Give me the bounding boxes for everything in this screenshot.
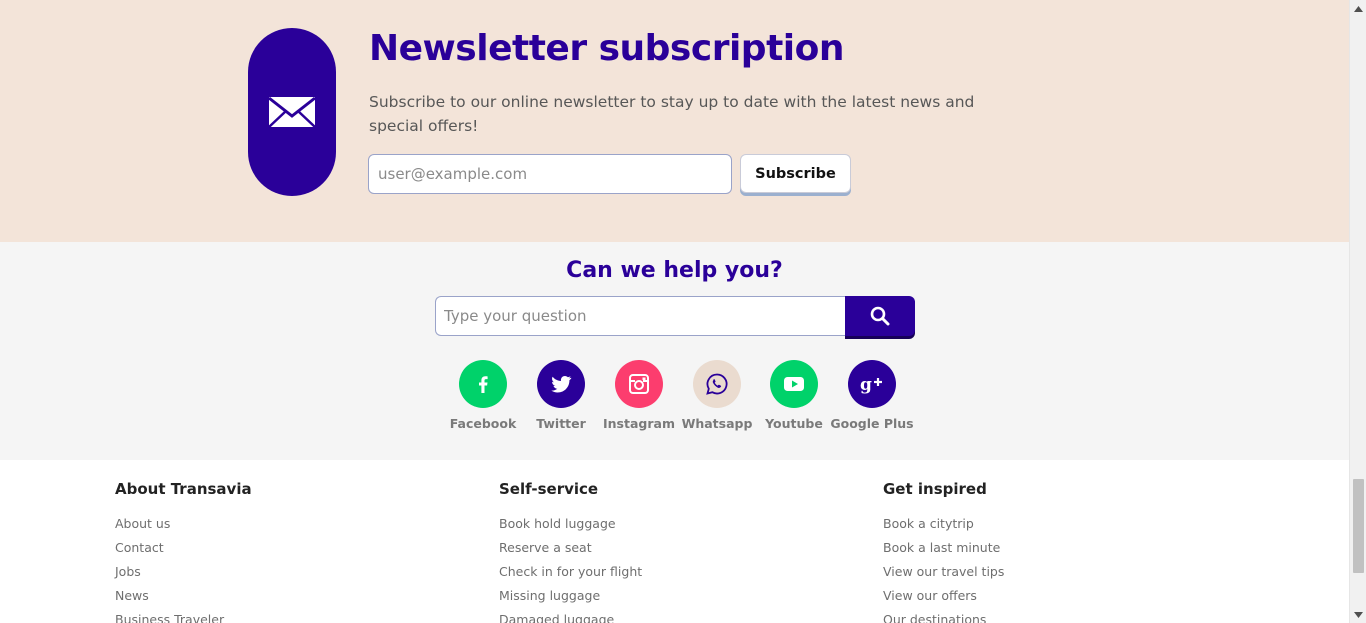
instagram-icon: [615, 360, 663, 408]
subscribe-button[interactable]: Subscribe: [740, 154, 851, 193]
newsletter-title: Newsletter subscription: [369, 28, 844, 69]
social-label-google-plus: Google Plus: [830, 416, 914, 431]
newsletter-description: Subscribe to our online newsletter to st…: [369, 93, 975, 135]
footer-link[interactable]: News: [115, 584, 445, 608]
footer-link[interactable]: Our destinations: [883, 608, 1213, 623]
footer-links: About Transavia About us Contact Jobs Ne…: [0, 460, 1349, 623]
footer-column-title: Self-service: [499, 480, 599, 498]
envelope-icon: [268, 96, 316, 128]
svg-text:g: g: [860, 375, 872, 395]
newsletter-section: Newsletter subscription Subscribe to our…: [0, 0, 1349, 242]
scrollbar-thumb[interactable]: [1353, 479, 1364, 573]
page-scrollbar[interactable]: [1349, 0, 1366, 623]
footer-link[interactable]: Check in for your flight: [499, 560, 829, 584]
facebook-icon: [459, 360, 507, 408]
question-search-input[interactable]: [435, 296, 847, 336]
search-icon: [870, 306, 890, 326]
footer-column-title: Get inspired: [883, 480, 987, 498]
footer-link[interactable]: Business Traveler: [115, 608, 445, 623]
footer-link[interactable]: About us: [115, 512, 445, 536]
search-button[interactable]: [845, 296, 915, 336]
scroll-up-arrow-icon[interactable]: [1350, 0, 1366, 17]
newsletter-email-input[interactable]: [368, 154, 732, 194]
twitter-icon: [537, 360, 585, 408]
footer-link[interactable]: Reserve a seat: [499, 536, 829, 560]
footer-link[interactable]: Book a citytrip: [883, 512, 1213, 536]
help-section: Can we help you? Facebook Twitter: [0, 242, 1349, 460]
footer-link[interactable]: Damaged luggage: [499, 608, 829, 623]
social-link-google-plus[interactable]: g Google Plus: [824, 360, 920, 440]
google-plus-icon: g: [848, 360, 896, 408]
footer-link[interactable]: Jobs: [115, 560, 445, 584]
scroll-down-arrow-icon[interactable]: [1350, 606, 1366, 623]
footer-link[interactable]: Book hold luggage: [499, 512, 829, 536]
footer-column-title: About Transavia: [115, 480, 252, 498]
youtube-icon: [770, 360, 818, 408]
footer-link[interactable]: Contact: [115, 536, 445, 560]
footer-link[interactable]: Missing luggage: [499, 584, 829, 608]
whatsapp-icon: [693, 360, 741, 408]
footer-link[interactable]: View our travel tips: [883, 560, 1213, 584]
help-title: Can we help you?: [566, 258, 783, 283]
footer-column-get-inspired: Get inspired Book a citytrip Book a last…: [883, 480, 1213, 623]
newsletter-badge: [248, 28, 336, 196]
footer-link[interactable]: View our offers: [883, 584, 1213, 608]
footer-column-self-service: Self-service Book hold luggage Reserve a…: [499, 480, 829, 623]
footer-link[interactable]: Book a last minute: [883, 536, 1213, 560]
footer-column-about: About Transavia About us Contact Jobs Ne…: [115, 480, 445, 623]
